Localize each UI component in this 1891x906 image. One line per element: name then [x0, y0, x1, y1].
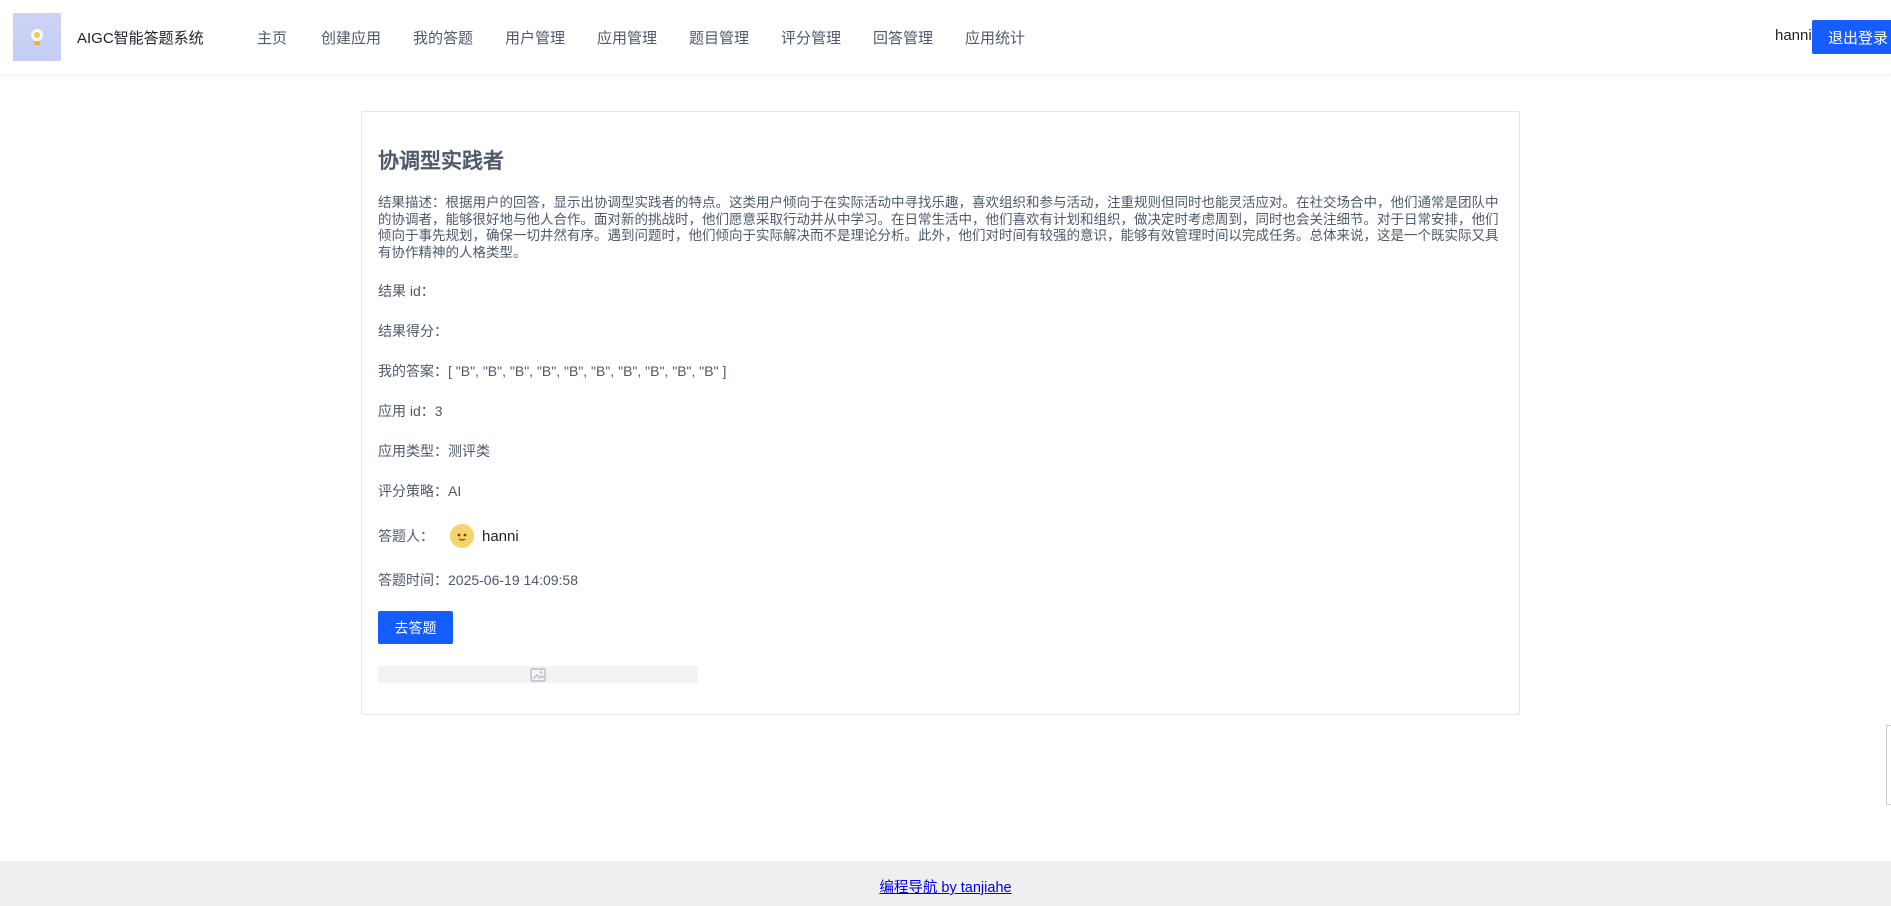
app-name[interactable]: AIGC智能答题系统 — [77, 27, 204, 48]
result-description: 结果描述：根据用户的回答，显示出协调型实践者的特点。这类用户倾向于在实际活动中寻… — [378, 195, 1499, 260]
nav-item-user-management[interactable]: 用户管理 — [505, 27, 565, 48]
logout-button[interactable]: 退出登录 — [1812, 20, 1891, 54]
nav-item-app-management[interactable]: 应用管理 — [597, 27, 657, 48]
side-float-widget[interactable] — [1886, 725, 1891, 805]
nav-item-scoring-management[interactable]: 评分管理 — [781, 27, 841, 48]
nav-item-question-management[interactable]: 题目管理 — [689, 27, 749, 48]
answerer-name: hanni — [482, 527, 519, 545]
answerer-row: 答题人： hanni — [378, 524, 519, 548]
nav-item-create-app[interactable]: 创建应用 — [321, 27, 381, 48]
app-type: 应用类型：测评类 — [378, 443, 490, 459]
current-username: hanni — [1775, 27, 1812, 44]
result-detail-card: 协调型实践者 结果描述：根据用户的回答，显示出协调型实践者的特点。这类用户倾向于… — [361, 111, 1520, 715]
scoring-strategy: 评分策略：AI — [378, 483, 462, 499]
result-id: 结果 id： — [378, 283, 435, 299]
lightbulb-icon — [31, 29, 43, 45]
answer-time: 答题时间：2025-06-19 14:09:58 — [378, 572, 578, 588]
footer-link[interactable]: 编程导航 by tanjiahe — [879, 876, 1011, 897]
nav-item-app-statistics[interactable]: 应用统计 — [965, 27, 1025, 48]
go-answer-button[interactable]: 去答题 — [378, 611, 453, 644]
app-logo[interactable] — [13, 13, 61, 61]
top-nav-bar: AIGC智能答题系统 主页 创建应用 我的答题 用户管理 应用管理 题目管理 评… — [0, 0, 1891, 75]
avatar-image-icon — [450, 524, 474, 548]
result-title: 协调型实践者 — [378, 150, 504, 173]
nav-item-my-answers[interactable]: 我的答题 — [413, 27, 473, 48]
app-id: 应用 id：3 — [378, 403, 443, 419]
nav-item-answer-management[interactable]: 回答管理 — [873, 27, 933, 48]
result-image-placeholder — [378, 666, 698, 683]
answerer-label: 答题人： — [378, 528, 434, 544]
footer: 编程导航 by tanjiahe — [0, 861, 1891, 906]
nav-item-home[interactable]: 主页 — [257, 27, 287, 48]
result-score: 结果得分： — [378, 323, 448, 339]
broken-image-icon — [530, 667, 546, 682]
avatar — [450, 524, 474, 548]
my-answers: 我的答案：[ "B", "B", "B", "B", "B", "B", "B"… — [378, 363, 727, 379]
